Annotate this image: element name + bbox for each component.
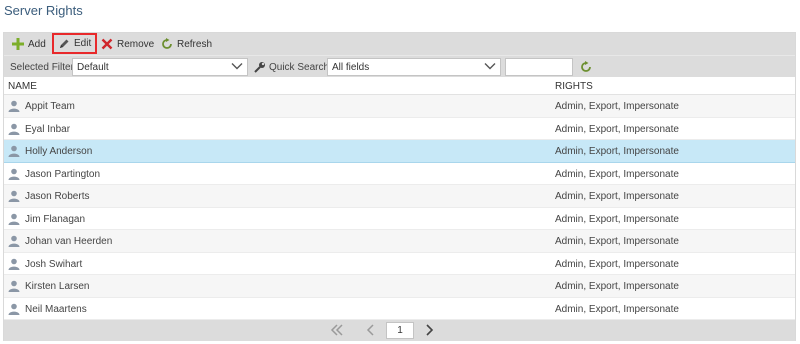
table-row[interactable]: Appit Team Admin, Export, Impersonate bbox=[4, 95, 795, 118]
chevron-down-icon bbox=[484, 60, 496, 75]
row-rights: Admin, Export, Impersonate bbox=[555, 258, 679, 270]
row-rights: Admin, Export, Impersonate bbox=[555, 213, 679, 225]
refresh-label: Refresh bbox=[177, 38, 213, 50]
table-row[interactable]: Eyal Inbar Admin, Export, Impersonate bbox=[4, 117, 795, 140]
quick-search-field-value: All fields bbox=[332, 61, 370, 73]
table-body: Appit Team Admin, Export, Impersonate Eyal… bbox=[4, 95, 795, 320]
table-row[interactable]: Jason Roberts Admin, Export, Impersonate bbox=[4, 185, 795, 208]
quick-search-label: Quick Search: bbox=[269, 62, 332, 73]
refresh-icon[interactable] bbox=[580, 61, 592, 73]
table-row[interactable]: Holly Anderson Admin, Export, Impersonate bbox=[4, 140, 795, 163]
row-name: Eyal Inbar bbox=[25, 123, 71, 135]
add-button[interactable]: Add bbox=[8, 34, 50, 54]
row-rights: Admin, Export, Impersonate bbox=[555, 236, 679, 247]
row-name: Jason Roberts bbox=[25, 191, 90, 202]
row-name: Kirsten Larsen bbox=[25, 281, 90, 292]
row-rights: Admin, Export, Impersonate bbox=[555, 191, 679, 202]
user-icon bbox=[8, 190, 20, 205]
wrench-icon bbox=[254, 61, 266, 73]
refresh-icon bbox=[161, 38, 173, 50]
pager: 1 bbox=[4, 320, 795, 341]
server-rights-panel: Add Edit Remove Refresh Selected Filter:… bbox=[3, 32, 796, 341]
selected-filter-label: Selected Filter: bbox=[10, 62, 77, 73]
table-row[interactable]: Johan van Heerden Admin, Export, Imperson… bbox=[4, 230, 795, 253]
filter-bar: Selected Filter: Default Quick Search: A… bbox=[4, 55, 795, 77]
quick-search-input[interactable] bbox=[505, 58, 573, 76]
double-chevron-left-icon[interactable] bbox=[330, 323, 344, 340]
row-name: Holly Anderson bbox=[25, 146, 93, 157]
toolbar: Add Edit Remove Refresh bbox=[4, 33, 795, 55]
close-icon bbox=[101, 38, 113, 50]
add-label: Add bbox=[28, 38, 46, 50]
row-rights: Admin, Export, Impersonate bbox=[555, 101, 679, 112]
table-row[interactable]: Kirsten Larsen Admin, Export, Impersonate bbox=[4, 275, 795, 298]
row-rights: Admin, Export, Impersonate bbox=[555, 123, 679, 135]
user-icon bbox=[8, 280, 20, 295]
row-rights: Admin, Export, Impersonate bbox=[555, 281, 679, 292]
quick-search-field-select[interactable]: All fields bbox=[327, 58, 501, 76]
column-header-name[interactable]: NAME bbox=[8, 81, 37, 92]
remove-button[interactable]: Remove bbox=[97, 34, 158, 54]
selected-filter-select[interactable]: Default bbox=[72, 58, 248, 76]
user-icon bbox=[8, 303, 20, 318]
page-number-input[interactable]: 1 bbox=[386, 322, 414, 339]
selected-filter-value: Default bbox=[77, 61, 109, 73]
user-icon bbox=[8, 235, 20, 250]
remove-label: Remove bbox=[117, 38, 155, 50]
user-icon bbox=[8, 258, 20, 273]
row-rights: Admin, Export, Impersonate bbox=[555, 146, 679, 157]
row-name: Neil Maartens bbox=[25, 303, 87, 315]
row-name: Johan van Heerden bbox=[25, 236, 113, 247]
edit-label: Edit bbox=[74, 38, 92, 49]
table-row[interactable]: Jason Partington Admin, Export, Impersona… bbox=[4, 162, 795, 185]
row-name: Jason Partington bbox=[25, 168, 101, 180]
user-icon bbox=[8, 145, 20, 160]
user-icon bbox=[8, 123, 20, 138]
user-icon bbox=[8, 168, 20, 183]
refresh-button[interactable]: Refresh bbox=[157, 34, 216, 54]
edit-button[interactable]: Edit bbox=[52, 33, 98, 54]
chevron-left-icon[interactable] bbox=[366, 323, 376, 340]
table-row[interactable]: Neil Maartens Admin, Export, Impersonate bbox=[4, 297, 795, 320]
plus-icon bbox=[12, 38, 24, 50]
column-header-rights[interactable]: RIGHTS bbox=[555, 81, 593, 92]
row-name: Josh Swihart bbox=[25, 258, 83, 270]
table-row[interactable]: Josh Swihart Admin, Export, Impersonate bbox=[4, 252, 795, 275]
chevron-right-icon[interactable] bbox=[424, 323, 434, 340]
row-name: Appit Team bbox=[25, 101, 75, 112]
user-icon bbox=[8, 100, 20, 115]
table-header: NAME RIGHTS bbox=[4, 77, 795, 95]
page-title: Server Rights bbox=[4, 3, 83, 18]
row-rights: Admin, Export, Impersonate bbox=[555, 303, 679, 315]
table-row[interactable]: Jim Flanagan Admin, Export, Impersonate bbox=[4, 207, 795, 230]
pencil-icon bbox=[58, 38, 70, 50]
row-rights: Admin, Export, Impersonate bbox=[555, 168, 679, 180]
user-icon bbox=[8, 213, 20, 228]
chevron-down-icon bbox=[231, 60, 243, 75]
row-name: Jim Flanagan bbox=[25, 213, 86, 225]
